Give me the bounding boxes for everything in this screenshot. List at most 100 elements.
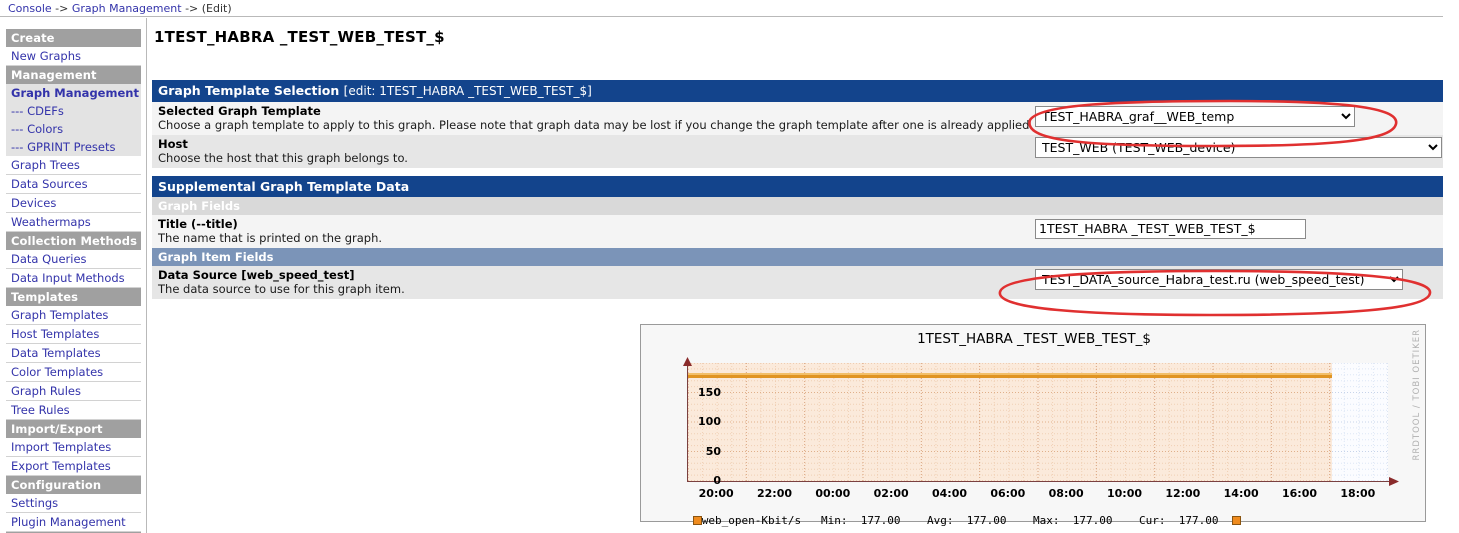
cacti-graph-edit-page: Console -> Graph Management -> (Edit) Cr… xyxy=(0,0,1459,533)
sidebar-section-header: Configuration xyxy=(6,476,141,494)
legend-spacer-4 xyxy=(953,514,966,527)
sidebar-item-tree-rules[interactable]: Tree Rules xyxy=(6,401,141,420)
legend-color-swatch-end xyxy=(1231,516,1241,525)
legend-spacer-7 xyxy=(1112,514,1139,527)
sidebar-item-data-input-methods[interactable]: Data Input Methods xyxy=(6,269,141,288)
sidebar-item-import-templates[interactable]: Import Templates xyxy=(6,438,141,457)
breadcrumb-separator-2: -> xyxy=(185,2,199,15)
host-dropdown[interactable]: TEST_WEB (TEST_WEB_device) xyxy=(1035,137,1442,158)
sidebar-item-graph-templates[interactable]: Graph Templates xyxy=(6,306,141,325)
graph-template-selection-panel: Graph Template Selection [edit: 1TEST_HA… xyxy=(152,80,1443,168)
sidebar-section-header: Collection Methods xyxy=(6,232,141,250)
legend-min-label: Min: xyxy=(820,514,848,527)
sidebar-item-data-queries[interactable]: Data Queries xyxy=(6,250,141,269)
graph-y-tick: 100 xyxy=(698,415,721,428)
graph-preview: 1TEST_HABRA _TEST_WEB_TEST_$ 0 50 100 150 2… xyxy=(640,324,1426,527)
sidebar-item-weathermaps[interactable]: Weathermaps xyxy=(6,213,141,232)
graph-template-selection-title: Graph Template Selection [edit: 1TEST_HA… xyxy=(152,80,1443,102)
legend-spacer-2 xyxy=(847,514,860,527)
page-title: 1TEST_HABRA _TEST_WEB_TEST_$ xyxy=(154,28,445,46)
sidebar-item-new-graphs[interactable]: New Graphs xyxy=(6,47,141,66)
graph-item-fields-subheader: Graph Item Fields xyxy=(152,248,1443,266)
legend-avg-label: Avg: xyxy=(926,514,954,527)
legend-max-label: Max: xyxy=(1032,514,1060,527)
legend-max-value: 177.00 xyxy=(1072,514,1113,527)
rrdtool-watermark: RRDTOOL / TOBI OETIKER xyxy=(1412,329,1422,461)
legend-cur-value: 177.00 xyxy=(1178,514,1219,527)
graph-x-tick: 16:00 xyxy=(1281,487,1317,500)
legend-spacer-3 xyxy=(900,514,927,527)
graph-y-tick: 0 xyxy=(713,474,721,487)
data-source-dropdown[interactable]: TEST_DATA_source_Habra_test.ru (web_spee… xyxy=(1035,269,1403,290)
sidebar-section-header: Create xyxy=(6,29,141,47)
title-row: Title (--title) The name that is printed… xyxy=(152,215,1443,248)
selected-graph-template-dropdown[interactable]: TEST_HABRA_graf__WEB_temp xyxy=(1035,106,1355,127)
title-input[interactable] xyxy=(1035,218,1306,239)
sidebar-item-data-templates[interactable]: Data Templates xyxy=(6,344,141,363)
selected-graph-template-field: TEST_HABRA_graf__WEB_temp xyxy=(1035,106,1355,127)
graph-x-tick: 22:00 xyxy=(756,487,792,500)
sidebar-item-settings[interactable]: Settings xyxy=(6,494,141,513)
sidebar-item-color-templates[interactable]: Color Templates xyxy=(6,363,141,382)
graph-fields-subheader: Graph Fields xyxy=(152,197,1443,215)
selected-graph-template-row: Selected Graph Template Choose a graph t… xyxy=(152,102,1443,135)
legend-spacer-8 xyxy=(1165,514,1178,527)
legend-color-swatch xyxy=(692,516,702,525)
graph-chart-title: 1TEST_HABRA _TEST_WEB_TEST_$ xyxy=(917,331,1151,347)
graph-y-axis-arrow xyxy=(683,357,692,366)
title-field xyxy=(1035,218,1306,239)
panel-title-text: Graph Template Selection xyxy=(158,83,340,98)
breadcrumb-separator-1: -> xyxy=(55,2,69,15)
legend-avg-value: 177.00 xyxy=(966,514,1007,527)
graph-x-tick: 04:00 xyxy=(931,487,967,500)
sidebar-item-data-sources[interactable]: Data Sources xyxy=(6,175,141,194)
graph-x-axis xyxy=(687,481,1391,482)
main-content: 1TEST_HABRA _TEST_WEB_TEST_$ Graph Templ… xyxy=(152,22,1444,299)
sidebar-nav: Create New Graphs Management Graph Manageme… xyxy=(6,29,141,533)
legend-spacer-1 xyxy=(801,514,821,527)
sidebar-item-cdefs[interactable]: --- CDEFs xyxy=(6,102,141,120)
graph-x-axis-arrow xyxy=(1389,477,1399,486)
graph-x-tick: 06:00 xyxy=(990,487,1026,500)
host-field: TEST_WEB (TEST_WEB_device) xyxy=(1035,137,1442,158)
graph-y-tick: 50 xyxy=(705,444,721,458)
sidebar-item-devices[interactable]: Devices xyxy=(6,194,141,213)
legend-series-name: web_open-Kbit/s xyxy=(701,514,802,527)
legend-cur-label: Cur: xyxy=(1138,514,1166,527)
sidebar-item-graph-management[interactable]: Graph Management xyxy=(6,84,141,102)
graph-x-tick: 00:00 xyxy=(815,487,851,500)
sidebar-item-graph-rules[interactable]: Graph Rules xyxy=(6,382,141,401)
graph-x-tick: 20:00 xyxy=(698,487,734,500)
breadcrumb-graph-management[interactable]: Graph Management xyxy=(72,2,182,15)
graph-series-line xyxy=(688,375,1332,378)
sidebar-section-header: Templates xyxy=(6,288,141,306)
graph-x-tick: 18:00 xyxy=(1340,487,1376,500)
supplemental-graph-template-data-panel: Supplemental Graph Template Data Graph F… xyxy=(152,176,1443,299)
graph-plot-area xyxy=(687,363,1388,481)
breadcrumb-console[interactable]: Console xyxy=(8,2,52,15)
host-row: Host Choose the host that this graph bel… xyxy=(152,135,1443,168)
graph-x-tick: 12:00 xyxy=(1165,487,1201,500)
sidebar-item-host-templates[interactable]: Host Templates xyxy=(6,325,141,344)
supplemental-panel-title: Supplemental Graph Template Data xyxy=(152,176,1443,197)
sidebar-item-plugin-management[interactable]: Plugin Management xyxy=(6,513,141,532)
sidebar-item-export-templates[interactable]: Export Templates xyxy=(6,457,141,476)
legend-spacer-6 xyxy=(1059,514,1072,527)
breadcrumb-divider xyxy=(0,16,1443,18)
graph-gridlines xyxy=(688,363,1388,481)
graph-y-tick: 150 xyxy=(698,385,721,399)
panel-edit-tag: [edit: 1TEST_HABRA _TEST_WEB_TEST_$] xyxy=(343,84,592,98)
sidebar-item-gprint-presets[interactable]: --- GPRINT Presets xyxy=(6,138,141,156)
graph-x-tick: 08:00 xyxy=(1048,487,1084,500)
sidebar-section-header: Import/Export xyxy=(6,420,141,438)
graph-x-tick: 14:00 xyxy=(1223,487,1259,500)
graph-x-tick: 10:00 xyxy=(1106,487,1142,500)
legend-spacer-9 xyxy=(1218,514,1231,527)
legend-spacer-5 xyxy=(1006,514,1033,527)
sidebar-item-graph-trees[interactable]: Graph Trees xyxy=(6,156,141,175)
data-source-field: TEST_DATA_source_Habra_test.ru (web_spee… xyxy=(1035,269,1403,290)
legend-min-value: 177.00 xyxy=(860,514,901,527)
sidebar-item-colors[interactable]: --- Colors xyxy=(6,120,141,138)
breadcrumb: Console -> Graph Management -> (Edit) xyxy=(0,0,1459,15)
sidebar-divider xyxy=(146,18,147,533)
